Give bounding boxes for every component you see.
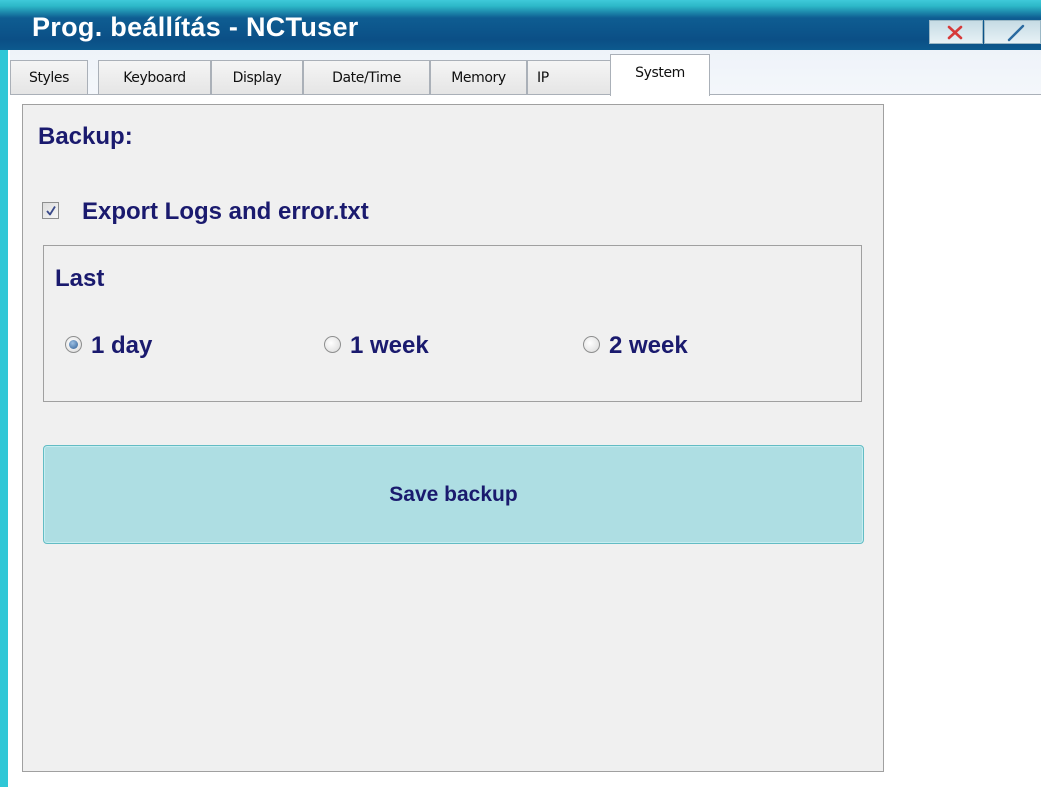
save-backup-button[interactable]: Save backup — [43, 445, 864, 544]
radio-label: 2 week — [609, 332, 688, 359]
radio-label: 1 day — [91, 332, 153, 359]
last-group-label: Last — [55, 265, 105, 292]
tab-label: Date/Time — [332, 70, 401, 86]
tab-label: Keyboard — [123, 70, 186, 86]
radio-button[interactable] — [583, 336, 600, 353]
checkmark-icon — [46, 206, 56, 216]
last-period-group: Last 1 day 1 week 2 week — [43, 245, 862, 402]
tab-label: IP — [537, 70, 549, 86]
close-button[interactable] — [929, 20, 983, 44]
tab-strip: Styles Keyboard Display Date/Time Memory… — [10, 50, 1041, 96]
tab-divider — [10, 94, 1041, 95]
tab-label: Styles — [28, 70, 70, 86]
tab-label: Memory — [451, 70, 506, 86]
tab-keyboard[interactable]: Keyboard — [98, 60, 211, 94]
settings-window: Prog. beállítás - NCTuser Styles Keyboar… — [0, 0, 1041, 787]
tab-ip[interactable]: IP — [527, 60, 611, 94]
radio-button-selected[interactable] — [65, 336, 82, 353]
backup-heading: Backup: — [38, 123, 133, 150]
radio-label: 1 week — [350, 332, 429, 359]
window-left-border — [0, 0, 10, 787]
tab-display[interactable]: Display — [211, 60, 303, 94]
tab-label: Display — [232, 70, 282, 86]
tab-styles[interactable]: Styles — [10, 60, 88, 94]
tab-memory[interactable]: Memory — [430, 60, 527, 94]
export-logs-label: Export Logs and error.txt — [82, 198, 369, 225]
system-panel: Backup: Export Logs and error.txt Last 1… — [22, 104, 884, 772]
maximize-button[interactable] — [984, 20, 1041, 44]
close-icon — [947, 25, 963, 40]
tab-system[interactable]: System — [610, 54, 710, 96]
window-title: Prog. beállítás - NCTuser — [32, 12, 359, 42]
radio-button[interactable] — [324, 336, 341, 353]
export-logs-checkbox[interactable] — [42, 202, 59, 219]
tab-label: System — [635, 65, 685, 81]
resize-arrow-icon — [1007, 24, 1025, 42]
tab-date-time[interactable]: Date/Time — [303, 60, 430, 94]
title-bar[interactable]: Prog. beállítás - NCTuser — [0, 0, 1041, 50]
